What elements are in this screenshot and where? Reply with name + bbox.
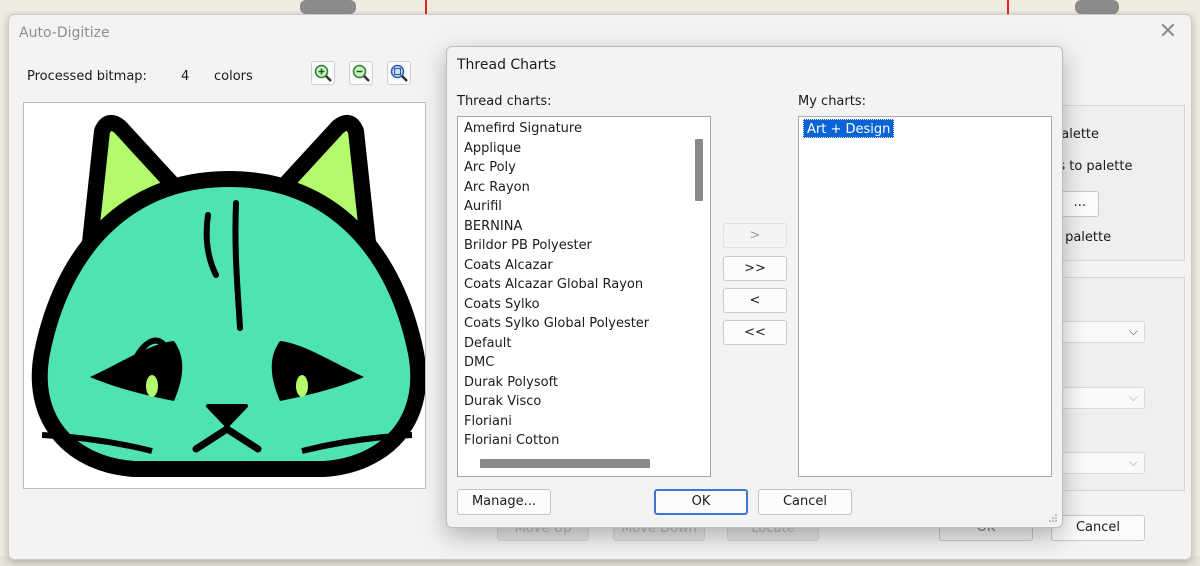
thread-charts-dialog: Thread Charts Thread charts: My charts: … [446, 46, 1063, 528]
horizontal-scrollbar-thumb[interactable] [480, 459, 650, 468]
settings-dropdown[interactable]: ⌵ [1053, 321, 1145, 343]
list-item[interactable]: BERNINA [464, 217, 522, 236]
chevron-down-icon: ⌵ [1128, 455, 1138, 469]
remove-all-charts-button[interactable]: << [723, 320, 787, 345]
list-item[interactable]: Coats Alcazar [464, 256, 553, 275]
list-item[interactable]: Amefird Signature [464, 119, 582, 138]
dialog-title: Thread Charts [457, 57, 557, 73]
thread-charts-list[interactable]: Amefird Signature Applique Arc Poly Arc … [457, 116, 711, 477]
manage-button[interactable]: Manage... [457, 489, 551, 515]
my-charts-list[interactable]: Art + Design [798, 116, 1052, 477]
settings-dropdown[interactable]: ⌵ [1053, 452, 1145, 474]
list-item[interactable]: Durak Polysoft [464, 373, 558, 392]
my-charts-label: My charts: [798, 94, 866, 109]
color-count: 4 [181, 69, 190, 84]
remove-chart-button[interactable]: < [723, 288, 787, 313]
color-count-unit: colors [214, 69, 253, 84]
list-item[interactable]: Arc Poly [464, 158, 516, 177]
zoom-in-icon [314, 64, 332, 82]
window-title: Auto-Digitize [19, 25, 110, 41]
ok-button[interactable]: OK [654, 489, 748, 515]
list-item[interactable]: DMC [464, 353, 494, 372]
background-shape [1075, 0, 1119, 14]
list-item[interactable]: Coats Sylko Global Polyester [464, 314, 649, 333]
chevron-down-icon: ⌵ [1128, 390, 1138, 404]
processed-bitmap-label: Processed bitmap: [27, 69, 147, 84]
cat-face-image [31, 114, 425, 477]
list-item[interactable]: Aurifil [464, 197, 502, 216]
chevron-down-icon: ⌵ [1128, 324, 1138, 338]
close-icon[interactable]: ✕ [1157, 21, 1179, 43]
cancel-button[interactable]: Cancel [1051, 515, 1145, 541]
list-item[interactable]: Applique [464, 139, 521, 158]
settings-dropdown[interactable]: ⌵ [1053, 387, 1145, 409]
list-item[interactable]: Coats Alcazar Global Rayon [464, 275, 643, 294]
list-item[interactable]: Coats Sylko [464, 295, 540, 314]
list-item[interactable]: Default [464, 334, 512, 353]
zoom-in-button[interactable] [311, 61, 335, 85]
vertical-scrollbar-thumb[interactable] [695, 139, 703, 201]
zoom-out-icon [352, 64, 370, 82]
zoom-out-button[interactable] [349, 61, 373, 85]
list-item[interactable]: Floriani [464, 412, 512, 431]
zoom-fit-button[interactable] [387, 61, 411, 85]
resize-grip-icon[interactable] [1048, 513, 1058, 523]
zoom-fit-icon [390, 64, 408, 82]
cancel-button[interactable]: Cancel [758, 489, 852, 515]
background-shape [300, 0, 356, 14]
add-chart-button[interactable]: > [723, 223, 787, 248]
thread-charts-label: Thread charts: [457, 94, 552, 109]
list-item[interactable]: Floriani Cotton [464, 431, 559, 450]
palette-option-text[interactable]: rs to palette [1053, 159, 1132, 174]
list-item[interactable]: Durak Visco [464, 392, 541, 411]
list-item[interactable]: Brildor PB Polyester [464, 236, 592, 255]
add-all-charts-button[interactable]: >> [723, 256, 787, 281]
processed-bitmap-preview [23, 102, 426, 489]
guide-line [1007, 0, 1009, 14]
list-item[interactable]: Art + Design [803, 119, 895, 138]
guide-line [425, 0, 427, 14]
list-item[interactable]: Arc Rayon [464, 178, 530, 197]
